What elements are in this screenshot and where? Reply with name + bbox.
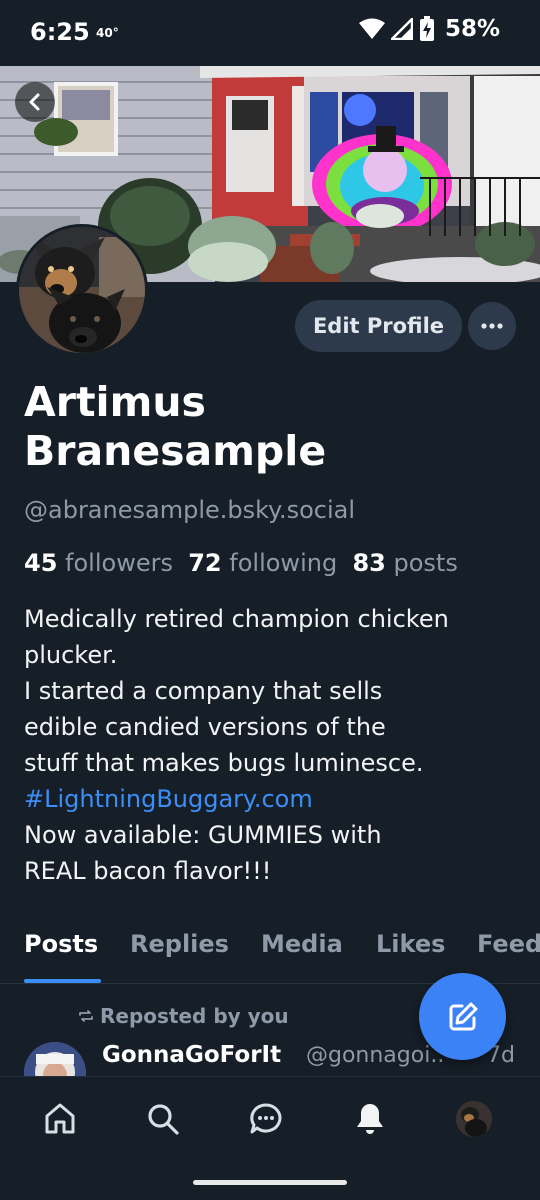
nav-profile[interactable] bbox=[452, 1097, 496, 1141]
gesture-handle[interactable] bbox=[193, 1180, 347, 1185]
status-temperature: 40° bbox=[96, 26, 119, 40]
profile-display-name: Artimus Branesample bbox=[24, 378, 327, 475]
home-icon bbox=[45, 1103, 75, 1134]
battery-percent: 58% bbox=[444, 16, 500, 42]
posts-label: posts bbox=[393, 549, 458, 577]
bio-line: REAL bacon flavor!!! bbox=[24, 857, 272, 885]
nav-chat[interactable] bbox=[244, 1097, 288, 1141]
posts-stat: 83 posts bbox=[352, 549, 457, 577]
tab-posts[interactable]: Posts bbox=[24, 930, 98, 958]
bio-line: Medically retired champion chicken bbox=[24, 605, 449, 633]
post-avatar-image bbox=[24, 1042, 86, 1076]
following-link[interactable]: 72 following bbox=[188, 549, 337, 577]
compose-icon bbox=[449, 1002, 477, 1030]
tab-media[interactable]: Media bbox=[261, 930, 343, 958]
tab-likes[interactable]: Likes bbox=[376, 930, 445, 958]
chat-icon bbox=[250, 1103, 282, 1134]
bio-line: I started a company that sells bbox=[24, 677, 383, 705]
active-tab-indicator bbox=[24, 979, 101, 983]
bio-hashtag-link[interactable]: #LightningBuggary.com bbox=[24, 781, 524, 817]
back-button[interactable] bbox=[15, 82, 55, 122]
bell-icon bbox=[357, 1104, 383, 1134]
signal-icon bbox=[390, 18, 413, 40]
nav-search[interactable] bbox=[141, 1097, 185, 1141]
bio-line: edible candied versions of the bbox=[24, 713, 386, 741]
profile-stats: 45 followers 72 following 83 posts bbox=[24, 549, 458, 577]
profile-bio: Medically retired champion chicken pluck… bbox=[24, 601, 524, 889]
profile-avatar-small bbox=[456, 1101, 492, 1137]
avatar-image bbox=[19, 227, 145, 353]
profile-avatar[interactable] bbox=[16, 224, 148, 356]
post-author-avatar[interactable] bbox=[24, 1042, 86, 1076]
nav-home[interactable] bbox=[38, 1097, 82, 1141]
bio-line: plucker. bbox=[24, 641, 118, 669]
repost-indicator: Reposted by you bbox=[78, 1004, 289, 1028]
wifi-icon bbox=[358, 18, 385, 39]
battery-icon bbox=[419, 16, 434, 41]
more-options-button[interactable] bbox=[468, 302, 516, 350]
post-author-name[interactable]: GonnaGoForIt bbox=[102, 1042, 281, 1068]
following-label: following bbox=[229, 549, 338, 577]
nav-avatar-image bbox=[456, 1101, 492, 1137]
status-icons: 58% bbox=[358, 16, 500, 42]
status-bar: 6:25 40° 58% bbox=[0, 0, 540, 66]
chevron-left-icon bbox=[29, 93, 40, 111]
edit-profile-button[interactable]: Edit Profile bbox=[295, 300, 462, 352]
repost-icon bbox=[79, 1010, 93, 1022]
tab-feeds[interactable]: Feeds bbox=[477, 930, 540, 958]
compose-button[interactable] bbox=[419, 973, 506, 1060]
post-author-handle: @gonnagoi.. bbox=[306, 1043, 445, 1068]
followers-label: followers bbox=[65, 549, 173, 577]
tab-replies[interactable]: Replies bbox=[130, 930, 229, 958]
search-icon bbox=[148, 1104, 179, 1135]
followers-count: 45 bbox=[24, 549, 58, 577]
posts-count: 83 bbox=[352, 549, 386, 577]
nav-notifications[interactable] bbox=[348, 1097, 392, 1141]
following-count: 72 bbox=[188, 549, 222, 577]
repost-label: Reposted by you bbox=[100, 1004, 289, 1028]
status-time: 6:25 bbox=[30, 18, 90, 46]
followers-link[interactable]: 45 followers bbox=[24, 549, 173, 577]
bio-line: stuff that makes bugs luminesce. bbox=[24, 749, 424, 777]
bio-line: Now available: GUMMIES with bbox=[24, 821, 382, 849]
profile-handle: @abranesample.bsky.social bbox=[24, 496, 355, 524]
ellipsis-icon bbox=[481, 323, 503, 329]
